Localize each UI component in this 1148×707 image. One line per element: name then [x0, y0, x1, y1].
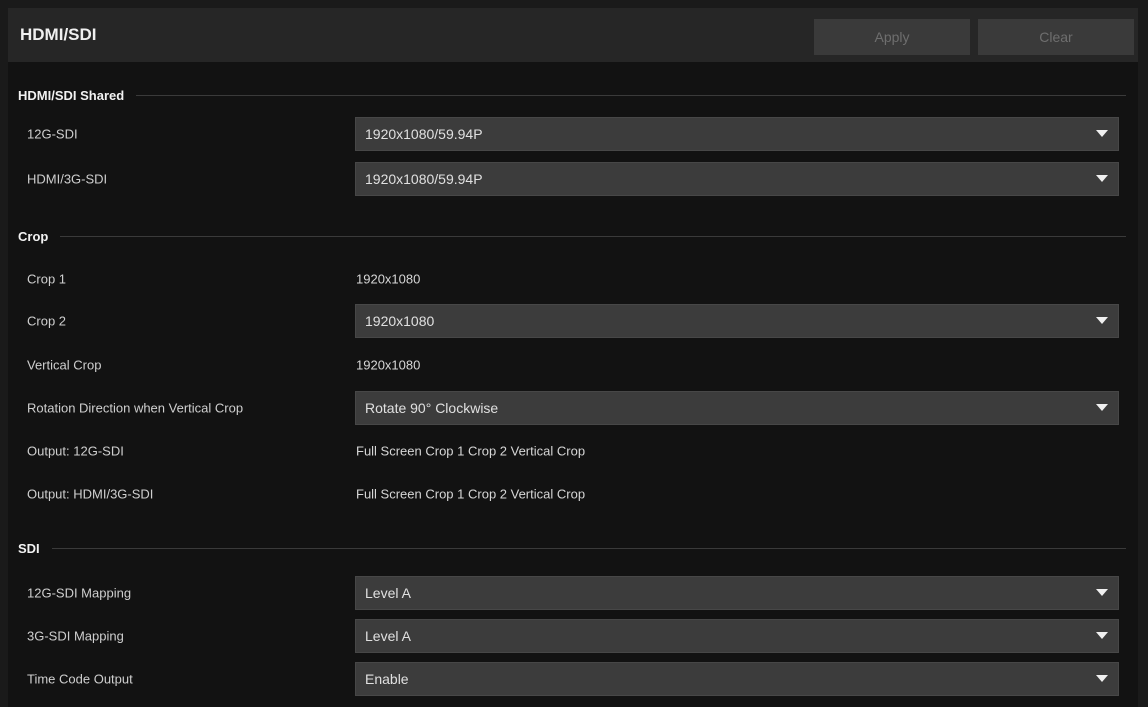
section-sdi: SDI [18, 541, 1126, 556]
sdi12g-mapping-select[interactable]: Level A [355, 576, 1119, 610]
caret-down-icon [1096, 317, 1108, 324]
section-divider [51, 548, 1126, 549]
select-value: 1920x1080/59.94P [365, 171, 483, 187]
page-title: HDMI/SDI [20, 25, 97, 44]
rotation-direction-select[interactable]: Rotate 90° Clockwise [355, 391, 1119, 425]
output-12g-label: Output: 12G-SDI [27, 443, 124, 459]
select-value: Level A [365, 585, 411, 601]
select-value: 1920x1080 [365, 313, 435, 329]
caret-down-icon [1096, 130, 1108, 137]
caret-down-icon [1096, 632, 1108, 639]
crop1-value: 1920x1080 [356, 271, 421, 287]
section-crop: Crop [18, 229, 1126, 244]
crop2-label: Crop 2 [27, 313, 67, 329]
sdi12g-label: 12G-SDI [27, 126, 78, 142]
crop1-label: Crop 1 [27, 271, 67, 287]
select-value: 1920x1080/59.94P [365, 126, 483, 142]
hdmi3g-label: HDMI/3G-SDI [27, 171, 108, 187]
crop2-select[interactable]: 1920x1080 [355, 304, 1119, 338]
output-hdmi3g-label: Output: HDMI/3G-SDI [27, 486, 154, 502]
caret-down-icon [1096, 675, 1108, 682]
hdmi3g-format-select[interactable]: 1920x1080/59.94P [355, 162, 1119, 196]
output-hdmi3g-value: Full Screen Crop 1 Crop 2 Vertical Crop [356, 486, 586, 502]
select-value: Level A [365, 628, 411, 644]
section-title: SDI [18, 541, 40, 556]
vertical-crop-value: 1920x1080 [356, 357, 421, 373]
section-divider [136, 95, 1126, 96]
caret-down-icon [1096, 175, 1108, 182]
output-12g-value: Full Screen Crop 1 Crop 2 Vertical Crop [356, 443, 586, 459]
caret-down-icon [1096, 404, 1108, 411]
panel-header: HDMI/SDI Apply Clear [8, 8, 1138, 62]
select-value: Enable [365, 671, 409, 687]
section-divider [60, 236, 1126, 237]
time-code-output-label: Time Code Output [27, 671, 133, 687]
sdi12g-format-select[interactable]: 1920x1080/59.94P [355, 117, 1119, 151]
caret-down-icon [1096, 589, 1108, 596]
rotation-direction-label: Rotation Direction when Vertical Crop [27, 400, 244, 416]
apply-button[interactable]: Apply [814, 19, 970, 55]
section-hdmi-sdi-shared: HDMI/SDI Shared [18, 88, 1126, 103]
sdi3g-mapping-label: 3G-SDI Mapping [27, 628, 124, 644]
vertical-crop-label: Vertical Crop [27, 357, 102, 373]
clear-button[interactable]: Clear [978, 19, 1134, 55]
hdmi-sdi-panel: HDMI/SDI Apply Clear HDMI/SDI Shared 12G… [8, 8, 1138, 707]
section-title: Crop [18, 229, 49, 244]
sdi3g-mapping-select[interactable]: Level A [355, 619, 1119, 653]
sdi12g-mapping-label: 12G-SDI Mapping [27, 585, 132, 601]
time-code-output-select[interactable]: Enable [355, 662, 1119, 696]
select-value: Rotate 90° Clockwise [365, 400, 499, 416]
section-title: HDMI/SDI Shared [18, 88, 125, 103]
